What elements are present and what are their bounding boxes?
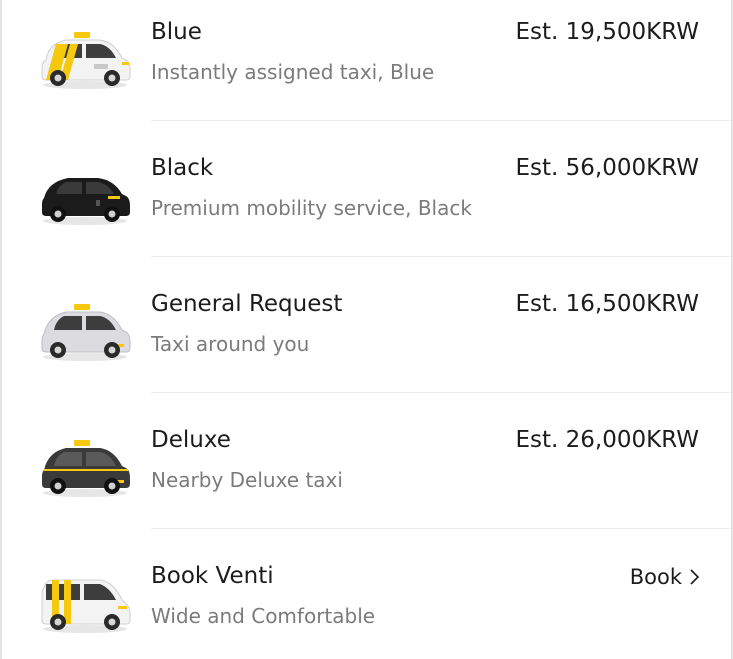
ride-option-general-request[interactable]: General Request Taxi around you Est. 16,… — [2, 264, 731, 400]
book-button[interactable]: Book — [630, 565, 699, 589]
ride-option-blue[interactable]: Blue Instantly assigned taxi, Blue Est. … — [2, 0, 731, 128]
option-subtitle: Taxi around you — [151, 332, 310, 356]
option-price: Est. 16,500KRW — [515, 291, 699, 317]
option-title: Black — [151, 155, 214, 181]
option-title: Blue — [151, 19, 202, 45]
option-subtitle: Premium mobility service, Black — [151, 196, 472, 220]
ride-option-black[interactable]: Black Premium mobility service, Black Es… — [2, 128, 731, 264]
ride-option-book-venti[interactable]: Book Venti Wide and Comfortable Book — [2, 536, 731, 659]
option-title: General Request — [151, 291, 343, 317]
ride-options-list: Blue Instantly assigned taxi, Blue Est. … — [0, 0, 733, 659]
option-title: Book Venti — [151, 563, 274, 589]
option-price: Est. 26,000KRW — [515, 427, 699, 453]
option-price: Est. 19,500KRW — [515, 19, 699, 45]
divider — [151, 256, 731, 257]
general-taxi-icon — [41, 304, 131, 361]
venti-van-icon — [41, 579, 131, 633]
option-title: Deluxe — [151, 427, 231, 453]
option-subtitle: Nearby Deluxe taxi — [151, 468, 343, 492]
divider — [151, 392, 731, 393]
deluxe-taxi-icon — [42, 440, 130, 497]
divider — [151, 528, 731, 529]
ride-option-deluxe[interactable]: Deluxe Nearby Deluxe taxi Est. 26,000KRW — [2, 400, 731, 536]
option-subtitle: Instantly assigned taxi, Blue — [151, 60, 435, 84]
option-price: Est. 56,000KRW — [515, 155, 699, 181]
divider — [151, 120, 731, 121]
chevron-right-icon — [690, 569, 699, 585]
option-subtitle: Wide and Comfortable — [151, 604, 376, 628]
blue-taxi-icon — [41, 32, 131, 89]
black-car-icon — [42, 178, 130, 225]
book-label: Book — [629, 565, 682, 589]
